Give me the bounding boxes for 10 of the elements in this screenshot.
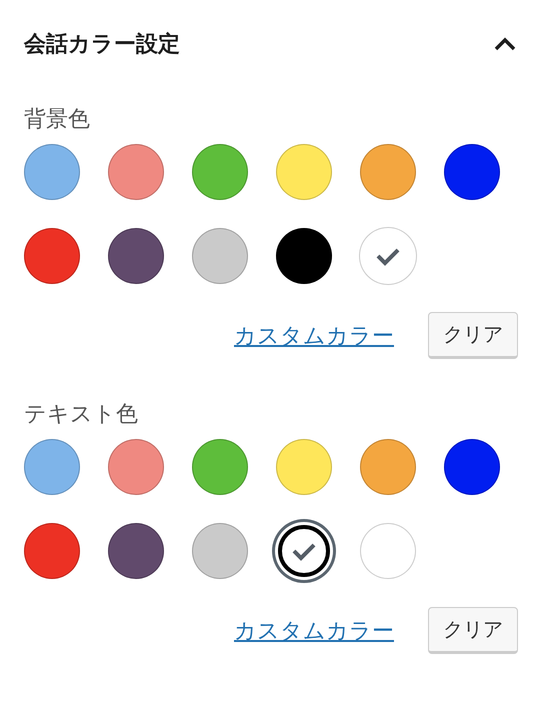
custom-color-link[interactable]: カスタムカラー <box>234 320 394 350</box>
collapse-chevron-icon[interactable] <box>494 37 516 51</box>
color-label: テキスト色 <box>24 401 139 429</box>
checkmark-icon <box>375 246 401 266</box>
clear-button[interactable]: クリア <box>428 607 518 654</box>
panel-title: 会話カラー設定 <box>24 30 180 59</box>
clear-button[interactable]: クリア <box>428 312 518 359</box>
color-label: 背景色 <box>24 106 91 134</box>
custom-color-link[interactable]: カスタムカラー <box>234 616 394 646</box>
checkmark-icon <box>291 541 317 561</box>
